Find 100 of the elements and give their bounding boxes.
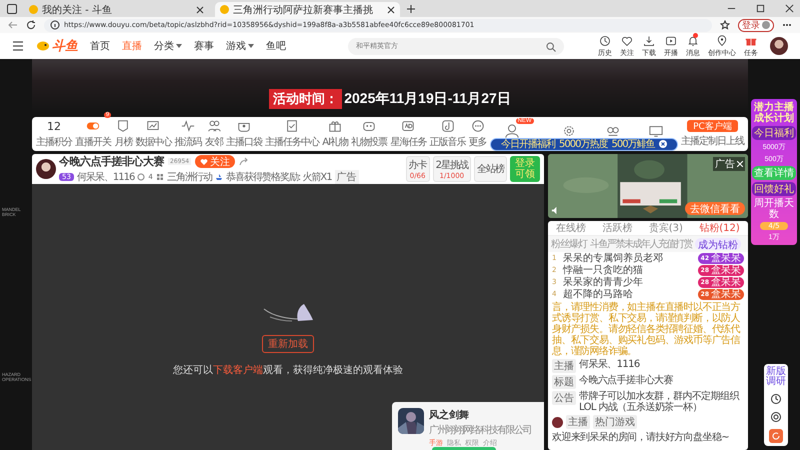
reload-button[interactable]: 重新加载	[262, 335, 314, 353]
fan-name[interactable]: 悖融一只贪吃的猫	[563, 263, 695, 277]
info-tag: 标题	[552, 375, 576, 389]
ship-icon	[214, 173, 223, 181]
app-name: 风之剑舞	[429, 408, 470, 422]
bell-icon	[687, 34, 699, 46]
ad-icon	[400, 119, 416, 133]
download-icon	[643, 34, 655, 46]
score-item[interactable]: 12 主播积分	[36, 120, 72, 148]
client-note: 主播定制日上线	[680, 134, 744, 148]
new-tab-icon[interactable]	[406, 4, 416, 14]
more-icon	[470, 119, 486, 133]
fan-label: 粉丝爆灯	[551, 238, 587, 251]
survey-button[interactable]: 新版调研	[765, 367, 787, 387]
robot-icon	[361, 119, 378, 133]
menu-icon[interactable]	[12, 40, 24, 52]
browser-tab[interactable]: 我的关注 - 斗鱼	[24, 2, 209, 17]
fan-name[interactable]: 呆呆的专属饲养员老邓	[563, 251, 695, 265]
user-avatar[interactable]	[770, 37, 788, 55]
star-icon[interactable]	[720, 20, 730, 30]
info-text: 带牌子可以加水友群，群内不定期组织 LOL 内战（五杀送奶茶一杯）	[579, 391, 740, 413]
close-icon[interactable]	[387, 6, 395, 14]
notice-text: 斗鱼严禁未成年人充值打赏	[590, 238, 692, 251]
fan-name[interactable]: 呆呆家的青青少年	[563, 275, 695, 289]
gift-icon	[327, 119, 344, 133]
game-link[interactable]: 三角洲行动	[166, 170, 212, 184]
user-avatar[interactable]	[552, 416, 563, 428]
back-icon[interactable]	[8, 20, 18, 30]
ranking-tab[interactable]: 钻粉(12)	[699, 221, 740, 235]
wave-icon	[180, 119, 196, 133]
refresh-icon[interactable]	[26, 20, 36, 30]
warning-text: 言，请理性消费，如主播在直播时以不正当方式诱导打赏、私下交易，请谨慎判断，以防人身财产损失。请勿轻信各类招聘征婚、代练代抽、私下交易、购买礼包码、游戏币等广告信息，谨防网络诈骗。	[552, 302, 742, 357]
people-icon	[206, 119, 222, 133]
tab-list-icon[interactable]	[6, 2, 18, 14]
follow-button[interactable]: 关注	[195, 155, 236, 168]
info-text: 今晚六点手搓非心大赛	[579, 375, 674, 386]
nav-link[interactable]: 首页	[90, 39, 110, 53]
login-button[interactable]: 登录	[738, 18, 774, 32]
target-icon[interactable]	[770, 411, 782, 423]
chart-icon	[145, 119, 162, 133]
pin-icon	[716, 34, 728, 46]
ranking-tab[interactable]: 活跃榜	[602, 221, 632, 235]
toolbar-item[interactable]: AI礼物	[322, 119, 348, 149]
user-tag: 主播	[566, 415, 590, 429]
maximize-icon[interactable]	[756, 4, 765, 13]
user-tag: 热门游戏	[593, 415, 637, 429]
ad-label: 广告	[713, 157, 745, 171]
site-icon	[29, 5, 38, 14]
promo-title: 潜力主播成长计划	[753, 102, 795, 124]
join-button[interactable]: 成为钻粉	[695, 238, 741, 250]
close-icon[interactable]	[785, 4, 794, 13]
nav-link[interactable]: 游戏	[226, 39, 254, 53]
grid-icon	[156, 173, 164, 181]
toolbar-item[interactable]: 友邻	[204, 119, 223, 149]
toolbar-item[interactable]: 主播口袋	[226, 119, 262, 149]
toolbar-item[interactable]: 更多	[468, 119, 487, 149]
site-logo[interactable]: 斗鱼	[36, 37, 78, 55]
info-icon	[50, 20, 60, 30]
company-name: 广州翊翊网络科技有限公司	[429, 424, 531, 437]
close-icon[interactable]	[658, 140, 667, 148]
heart-icon	[200, 158, 208, 166]
chat-message: 欢迎来到呆呆的房间，请扶好方向盘坐稳~	[552, 430, 730, 444]
anchor-name: 何呆呆、1116	[76, 171, 134, 184]
download-link[interactable]: 下载客户端	[213, 365, 263, 376]
info-tag: 主播	[552, 359, 576, 373]
ad-tag: 广告	[334, 170, 359, 184]
reward-text: 恭喜获得赞格奖励: 火箭X1	[226, 170, 332, 184]
nav-link[interactable]: 分类	[154, 39, 182, 53]
toolbar-item[interactable]: 推流码	[174, 119, 202, 149]
welfare-label: 今日福利	[752, 126, 796, 140]
nav-link[interactable]: 赛事	[194, 39, 214, 53]
nav-link[interactable]: 鱼吧	[266, 39, 286, 53]
ranking-tab[interactable]: 贵宾(3)	[648, 221, 683, 235]
search-icon[interactable]	[546, 42, 556, 52]
heart-icon	[621, 34, 633, 46]
play-icon	[665, 34, 677, 46]
promo-toast[interactable]: 今日开播福利 5000万热度 500万鲱鱼	[490, 138, 678, 150]
client-button[interactable]: PC客户端	[687, 120, 738, 132]
toolbar-item[interactable]: 主播任务中心	[265, 119, 320, 149]
toolbar-item[interactable]: 星海任务	[390, 119, 426, 149]
event-dates: 2025年11月19日-11月27日	[344, 90, 511, 108]
days-label: 周开播天数	[753, 198, 795, 220]
clock-icon	[599, 34, 611, 46]
toolbar-item[interactable]	[648, 124, 664, 138]
stream-title: 今晚六点手搓非心大赛	[59, 154, 164, 169]
close-icon[interactable]	[196, 6, 204, 14]
timer-icon[interactable]	[770, 393, 782, 405]
date-label: 活动时间：	[269, 89, 342, 109]
nav-link[interactable]: 直播	[122, 39, 142, 53]
toolbar-item[interactable]: 月榜	[114, 119, 132, 149]
toolbar-item[interactable]: 数据中心	[135, 119, 172, 149]
toolbar-item[interactable]: 礼物投票	[351, 119, 388, 149]
stat-card[interactable]: 全站榜	[474, 156, 507, 182]
share-icon[interactable]	[239, 156, 250, 166]
browser-tab[interactable]: 三角洲行动阿萨拉新赛事主播挑	[215, 2, 400, 17]
streamer-avatar[interactable]	[36, 159, 56, 179]
toolbar-item[interactable]: 正版音乐	[430, 119, 466, 149]
fan-name[interactable]: 超不降的马路哈	[563, 287, 695, 301]
ranking-tab[interactable]: 在线榜	[556, 221, 586, 235]
fish-icon	[36, 39, 50, 53]
